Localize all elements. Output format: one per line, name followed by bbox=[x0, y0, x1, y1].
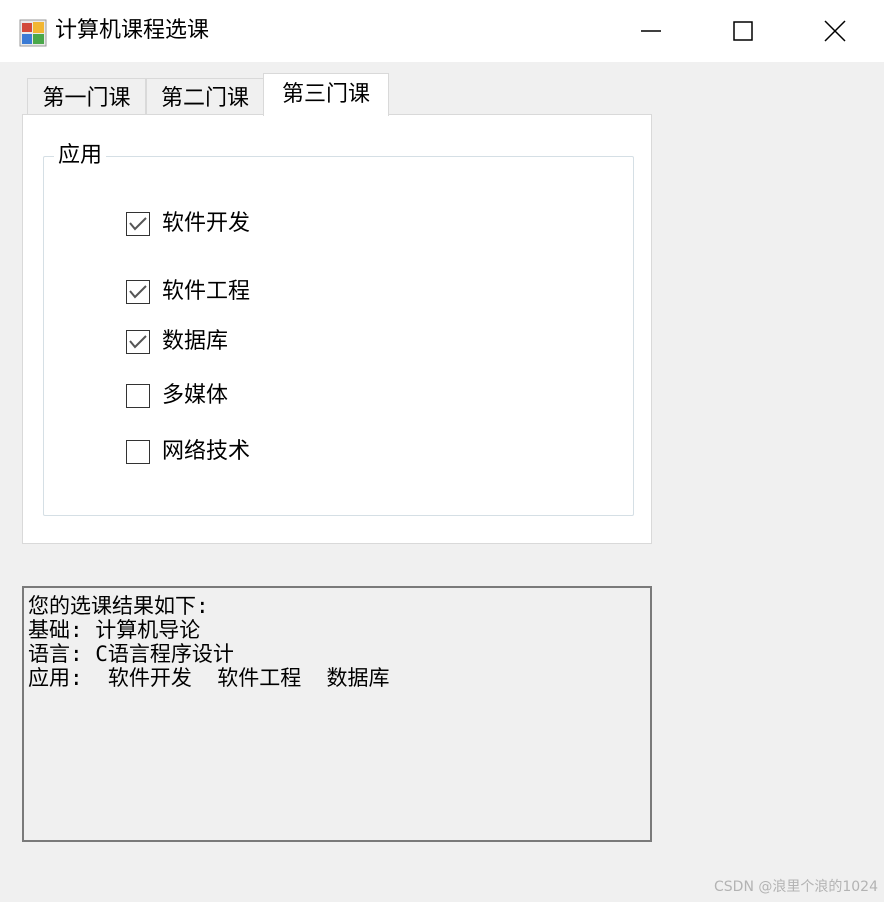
result-line: 语言: C语言程序设计 bbox=[28, 642, 234, 666]
windows-forms-app-icon bbox=[19, 19, 47, 47]
option-software-engineering[interactable]: 软件工程 bbox=[126, 277, 250, 307]
window-title: 计算机课程选课 bbox=[55, 18, 210, 43]
option-network-technology[interactable]: 网络技术 bbox=[126, 437, 250, 467]
maximize-icon bbox=[733, 21, 753, 41]
watermark: CSDN @浪里个浪的1024 bbox=[714, 879, 878, 895]
close-button[interactable] bbox=[789, 0, 881, 62]
applications-groupbox: 应用 软件开发 软件工程 数据库 多媒体 网络技术 bbox=[43, 141, 634, 516]
checkmark-icon bbox=[129, 335, 147, 349]
groupbox-title: 应用 bbox=[54, 141, 107, 171]
result-line: 应用: 软件开发 软件工程 数据库 bbox=[28, 666, 390, 690]
checkbox[interactable] bbox=[126, 384, 150, 408]
tab-panel-course-3: 应用 软件开发 软件工程 数据库 多媒体 网络技术 bbox=[22, 114, 652, 544]
minimize-button[interactable] bbox=[605, 0, 697, 62]
checkbox[interactable] bbox=[126, 440, 150, 464]
option-label: 软件工程 bbox=[162, 279, 251, 304]
checkbox[interactable] bbox=[126, 212, 150, 236]
checkmark-icon bbox=[129, 217, 147, 231]
checkmark-icon bbox=[129, 285, 147, 299]
tab-course-3[interactable]: 第三门课 bbox=[263, 73, 389, 116]
option-multimedia[interactable]: 多媒体 bbox=[126, 381, 228, 411]
title-bar: 计算机课程选课 bbox=[0, 0, 884, 62]
selection-result-textbox[interactable]: 您的选课结果如下: 基础: 计算机导论 语言: C语言程序设计 应用: 软件开发… bbox=[22, 586, 652, 842]
option-software-development[interactable]: 软件开发 bbox=[126, 209, 250, 239]
maximize-button[interactable] bbox=[697, 0, 789, 62]
option-label: 网络技术 bbox=[162, 439, 251, 464]
option-label: 软件开发 bbox=[162, 211, 251, 236]
result-line: 基础: 计算机导论 bbox=[28, 618, 201, 642]
close-icon bbox=[824, 20, 846, 42]
checkbox[interactable] bbox=[126, 280, 150, 304]
tab-course-1[interactable]: 第一门课 bbox=[27, 78, 146, 118]
checkbox[interactable] bbox=[126, 330, 150, 354]
option-label: 多媒体 bbox=[162, 383, 229, 408]
tab-course-2[interactable]: 第二门课 bbox=[146, 78, 264, 118]
result-line: 您的选课结果如下: bbox=[28, 594, 209, 618]
minimize-icon bbox=[641, 30, 661, 32]
option-database[interactable]: 数据库 bbox=[126, 327, 228, 357]
option-label: 数据库 bbox=[162, 329, 229, 354]
